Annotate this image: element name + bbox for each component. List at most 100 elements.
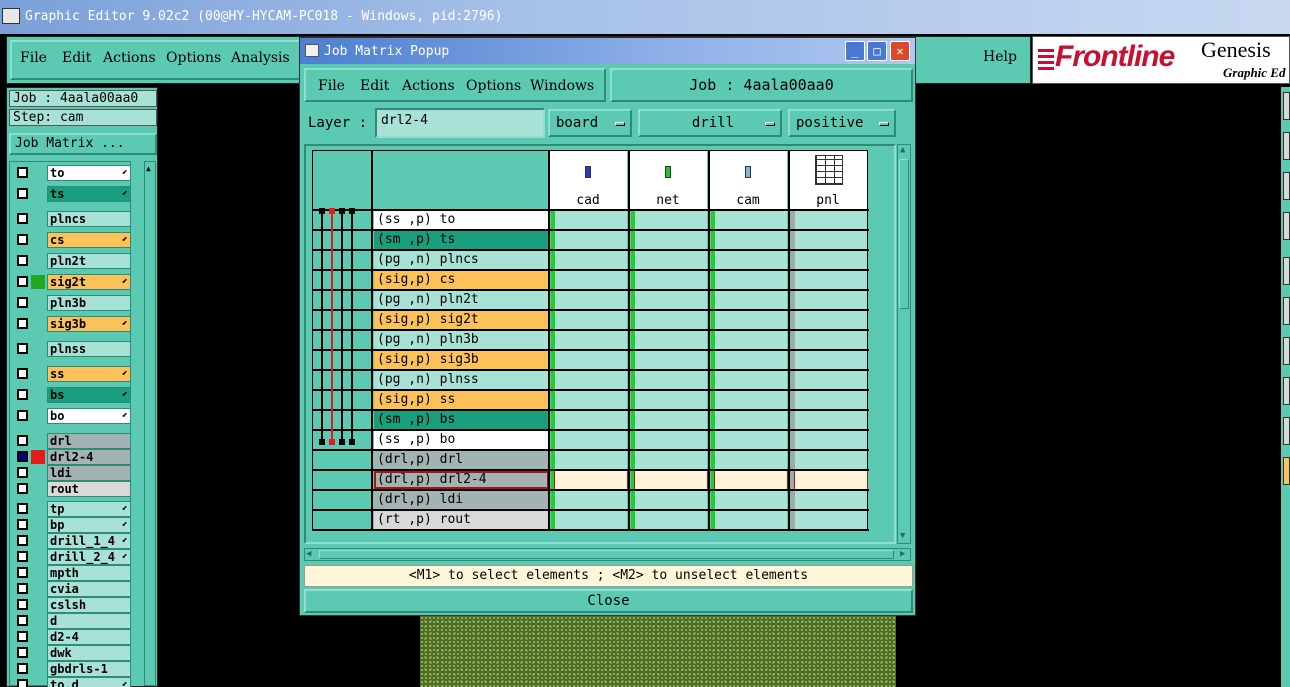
menu-edit[interactable]: Edit (62, 50, 91, 66)
layer-row[interactable]: plnss (12, 341, 131, 357)
layer-name[interactable]: sig3b ⬋ (47, 316, 131, 332)
layer-row[interactable]: gbdrls-1 (12, 661, 131, 677)
column-header-cam[interactable]: cam (709, 151, 787, 210)
layer-row[interactable]: mpth (12, 565, 131, 581)
row-label[interactable]: (drl,p) drl2-4 (374, 471, 549, 489)
menu-file[interactable]: File (20, 50, 47, 66)
layer-name[interactable]: to.d ⬋ (47, 677, 131, 687)
matrix-vertical-scrollbar[interactable]: ▲ ▼ (897, 144, 911, 544)
layer-name[interactable]: drill_1_4 ⬋ (47, 533, 131, 549)
layer-row[interactable]: drill_1_4 ⬋ (12, 533, 131, 549)
layer-name[interactable]: mpth (47, 565, 131, 581)
layer-name[interactable]: d (47, 613, 131, 629)
layer-checkbox[interactable] (17, 567, 28, 578)
layer-row[interactable]: bs ⬋ (12, 387, 131, 403)
layer-name[interactable]: plncs (47, 211, 131, 227)
right-tool-button[interactable] (1283, 457, 1290, 485)
scroll-left-icon[interactable]: ◀ (306, 549, 311, 559)
layer-checkbox[interactable] (17, 647, 28, 658)
matrix-cell[interactable] (555, 451, 627, 469)
menu-actions[interactable]: Actions (103, 50, 156, 66)
matrix-cell[interactable] (555, 491, 627, 509)
layer-name-field[interactable]: drl2-4 (375, 108, 545, 138)
matrix-cell[interactable] (555, 311, 627, 329)
matrix-cell[interactable] (715, 271, 787, 289)
matrix-cell[interactable] (635, 211, 707, 229)
layer-list-scrollbar[interactable]: ▲ (144, 161, 156, 686)
row-label[interactable]: (pg ,n) pln2t (374, 291, 549, 309)
matrix-cell[interactable] (555, 211, 627, 229)
matrix-cell[interactable] (555, 511, 627, 529)
matrix-cell[interactable] (635, 411, 707, 429)
row-label[interactable]: (sig,p) ss (374, 391, 549, 409)
row-label[interactable]: (pg ,n) plnss (374, 371, 549, 389)
matrix-cell[interactable] (635, 251, 707, 269)
popup-menu-edit[interactable]: Edit (360, 78, 389, 94)
matrix-cell[interactable] (555, 331, 627, 349)
layer-checkbox[interactable] (17, 583, 28, 594)
minimize-icon[interactable]: _ (845, 41, 865, 61)
right-tool-button[interactable] (1283, 337, 1290, 365)
matrix-cell[interactable] (635, 371, 707, 389)
layer-checkbox[interactable] (17, 410, 28, 421)
matrix-cell[interactable] (794, 470, 868, 490)
layer-row[interactable]: drill_2_4 ⬋ (12, 549, 131, 565)
layer-row[interactable]: to ⬋ (12, 165, 131, 181)
layer-name[interactable]: bp ⬋ (47, 517, 131, 533)
matrix-cell[interactable] (795, 251, 867, 269)
layer-row[interactable]: ss ⬋ (12, 366, 131, 382)
layer-name[interactable]: d2-4 (47, 629, 131, 645)
row-label[interactable]: (rt ,p) rout (374, 511, 549, 529)
matrix-cell[interactable] (635, 511, 707, 529)
right-tool-button[interactable] (1283, 92, 1290, 120)
layer-checkbox[interactable] (17, 255, 28, 266)
layer-name[interactable]: pln3b (47, 295, 131, 311)
matrix-cell[interactable] (635, 391, 707, 409)
layer-row[interactable]: tp ⬋ (12, 501, 131, 517)
layer-row[interactable]: pln3b (12, 295, 131, 311)
layer-name[interactable]: to ⬋ (47, 165, 131, 181)
layer-row[interactable]: d (12, 613, 131, 629)
layer-checkbox[interactable] (17, 615, 28, 626)
layer-checkbox[interactable] (17, 276, 28, 287)
type-select[interactable]: drill (638, 109, 782, 137)
matrix-cell[interactable] (635, 271, 707, 289)
layer-row[interactable]: cs ⬋ (12, 232, 131, 248)
matrix-cell[interactable] (715, 211, 787, 229)
row-label[interactable]: (sig,p) cs (374, 271, 549, 289)
row-label[interactable]: (sm ,p) ts (374, 231, 549, 249)
right-tool-button[interactable] (1283, 417, 1290, 445)
column-header-pnl[interactable]: pnl (789, 151, 867, 210)
column-header-cad[interactable]: cad (549, 151, 627, 210)
layer-checkbox[interactable] (17, 467, 28, 478)
right-tool-button[interactable] (1283, 297, 1290, 325)
layer-name[interactable]: drl2-4 (47, 449, 131, 465)
matrix-cell[interactable] (795, 311, 867, 329)
matrix-cell[interactable] (635, 311, 707, 329)
row-label[interactable]: (sm ,p) bs (374, 411, 549, 429)
scroll-thumb[interactable] (319, 550, 894, 559)
matrix-cell[interactable] (635, 331, 707, 349)
layer-checkbox[interactable] (17, 599, 28, 610)
layer-checkbox[interactable] (17, 679, 28, 687)
matrix-cell[interactable] (555, 271, 627, 289)
layer-checkbox[interactable] (17, 535, 28, 546)
matrix-cell[interactable] (795, 331, 867, 349)
matrix-cell[interactable] (715, 331, 787, 349)
matrix-cell[interactable] (715, 291, 787, 309)
matrix-cell[interactable] (635, 291, 707, 309)
row-label[interactable]: (ss ,p) to (374, 211, 549, 229)
layer-checkbox[interactable] (17, 234, 28, 245)
matrix-cell[interactable] (795, 231, 867, 249)
column-header-net[interactable]: net (629, 151, 707, 210)
layer-row[interactable]: bo ⬋ (12, 408, 131, 424)
matrix-cell[interactable] (715, 311, 787, 329)
layer-checkbox[interactable] (17, 188, 28, 199)
matrix-cell[interactable] (555, 291, 627, 309)
right-tool-button[interactable] (1283, 172, 1290, 200)
row-label[interactable]: (drl,p) drl (374, 451, 549, 469)
layer-checkbox[interactable] (17, 451, 28, 462)
row-label[interactable]: (sig,p) sig3b (374, 351, 549, 369)
right-tool-button[interactable] (1283, 212, 1290, 240)
matrix-cell[interactable] (795, 291, 867, 309)
